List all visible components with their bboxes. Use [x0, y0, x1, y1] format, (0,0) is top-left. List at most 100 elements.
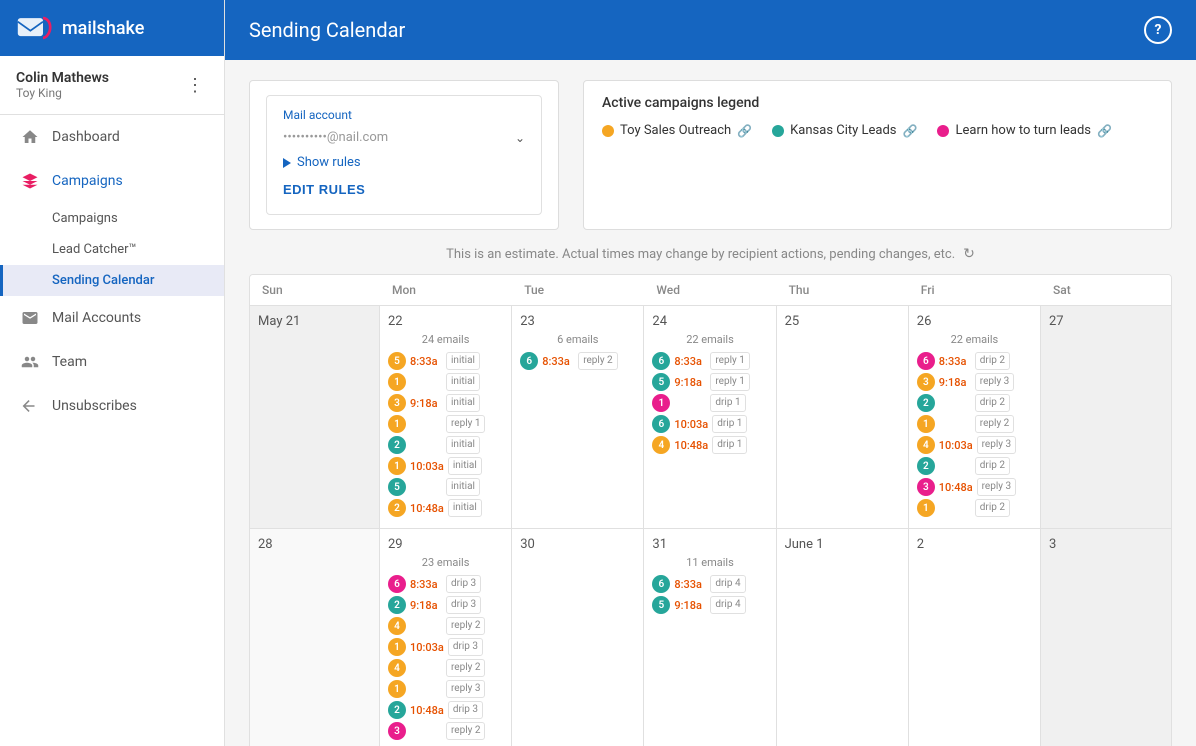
entry-24-5: 4 10:48a drip 1: [652, 436, 767, 454]
entry-26-7: 3 10:48a reply 3: [917, 478, 1032, 496]
entry-29-8: 3 reply 2: [388, 722, 503, 740]
time-29-4: 10:03a: [410, 641, 444, 654]
entry-29-7: 2 10:48a drip 3: [388, 701, 503, 719]
badge-31-2: 5: [652, 596, 670, 614]
unsubscribes-icon: [20, 396, 40, 416]
mail-account-inner: Mail account ••••••••••@nail.com ⌄ Show …: [266, 95, 542, 215]
badge-24-4: 6: [652, 415, 670, 433]
type-24-4: drip 1: [712, 415, 747, 433]
type-26-2: reply 3: [975, 373, 1014, 391]
email-count-26: 22 emails: [917, 333, 1032, 346]
type-23-1: reply 2: [578, 352, 617, 370]
show-rules-toggle[interactable]: Show rules: [283, 145, 525, 174]
subnav-campaigns[interactable]: Campaigns: [0, 203, 224, 234]
subnav-lead-catcher[interactable]: Lead Catcher™: [0, 234, 224, 265]
legend-items: Toy Sales Outreach 🔗 Kansas City Leads 🔗…: [602, 123, 1153, 138]
dashboard-label: Dashboard: [52, 129, 120, 145]
help-button[interactable]: ?: [1144, 16, 1172, 44]
link-icon-0: 🔗: [737, 124, 752, 138]
team-label: Team: [52, 354, 87, 370]
badge-26-6: 2: [917, 457, 935, 475]
cal-cell-2: 2: [909, 529, 1041, 746]
day-header-fri: Fri: [909, 275, 1041, 305]
sidebar-item-team[interactable]: Team: [0, 340, 224, 384]
badge-29-1: 6: [388, 575, 406, 593]
entry-29-4: 1 10:03a drip 3: [388, 638, 503, 656]
day-header-tue: Tue: [512, 275, 644, 305]
badge-22-8: 2: [388, 499, 406, 517]
mail-account-panel: Mail account ••••••••••@nail.com ⌄ Show …: [249, 80, 559, 230]
calendar-week-1: May 21 22 24 emails 5 8:33a initial 1 in…: [250, 306, 1171, 529]
email-count-23: 6 emails: [520, 333, 635, 346]
unsubscribes-label: Unsubscribes: [52, 398, 137, 414]
user-info: Colin Mathews Toy King: [16, 70, 109, 100]
email-count-31: 11 emails: [652, 556, 767, 569]
badge-29-6: 1: [388, 680, 406, 698]
date-2: 2: [917, 537, 1032, 552]
time-29-2: 9:18a: [410, 599, 442, 612]
cal-cell-26: 26 22 emails 6 8:33a drip 2 3 9:18a repl…: [909, 306, 1041, 528]
entry-22-1: 5 8:33a initial: [388, 352, 503, 370]
legend-item-0: Toy Sales Outreach 🔗: [602, 123, 752, 138]
time-26-7: 10:48a: [939, 481, 973, 494]
entry-24-4: 6 10:03a drip 1: [652, 415, 767, 433]
type-29-3: reply 2: [446, 617, 485, 635]
campaigns-label: Campaigns: [52, 173, 123, 189]
type-26-3: drip 2: [975, 394, 1010, 412]
sidebar-header: mailshake: [0, 0, 224, 56]
legend-item-1: Kansas City Leads 🔗: [772, 123, 917, 138]
user-name: Colin Mathews: [16, 70, 109, 86]
legend-panel: Active campaigns legend Toy Sales Outrea…: [583, 80, 1172, 230]
entry-31-2: 5 9:18a drip 4: [652, 596, 767, 614]
cal-cell-31: 31 11 emails 6 8:33a drip 4 5 9:18a drip…: [644, 529, 776, 746]
badge-24-1: 6: [652, 352, 670, 370]
cal-cell-22: 22 24 emails 5 8:33a initial 1 initial 3: [380, 306, 512, 528]
badge-26-3: 2: [917, 394, 935, 412]
sidebar-item-campaigns[interactable]: Campaigns: [0, 159, 224, 203]
entry-22-8: 2 10:48a initial: [388, 499, 503, 517]
badge-23-1: 6: [520, 352, 538, 370]
badge-26-7: 3: [917, 478, 935, 496]
sidebar-item-unsubscribes[interactable]: Unsubscribes: [0, 384, 224, 428]
day-header-wed: Wed: [644, 275, 776, 305]
refresh-icon[interactable]: ↻: [963, 246, 975, 262]
sidebar-item-mail-accounts[interactable]: Mail Accounts: [0, 296, 224, 340]
badge-24-2: 5: [652, 373, 670, 391]
user-menu-button[interactable]: ⋮: [182, 73, 208, 98]
day-header-sun: Sun: [250, 275, 380, 305]
cal-cell-25: 25: [777, 306, 909, 528]
sidebar-item-dashboard[interactable]: Dashboard: [0, 115, 224, 159]
link-icon-1: 🔗: [903, 124, 918, 138]
entry-26-8: 1 drip 2: [917, 499, 1032, 517]
entry-24-2: 5 9:18a reply 1: [652, 373, 767, 391]
cal-cell-24: 24 22 emails 6 8:33a reply 1 5 9:18a rep…: [644, 306, 776, 528]
badge-22-3: 3: [388, 394, 406, 412]
badge-29-3: 4: [388, 617, 406, 635]
mail-accounts-label: Mail Accounts: [52, 310, 141, 326]
email-count-24: 22 emails: [652, 333, 767, 346]
cal-cell-23: 23 6 emails 6 8:33a reply 2: [512, 306, 644, 528]
estimate-text: This is an estimate. Actual times may ch…: [446, 247, 955, 262]
subnav-sending-calendar[interactable]: Sending Calendar: [0, 265, 224, 296]
campaigns-subnav: Campaigns Lead Catcher™ Sending Calendar: [0, 203, 224, 296]
entry-26-2: 3 9:18a reply 3: [917, 373, 1032, 391]
type-29-1: drip 3: [446, 575, 481, 593]
legend-label-2: Learn how to turn leads: [955, 123, 1091, 138]
time-22-1: 8:33a: [410, 355, 442, 368]
edit-rules-button[interactable]: EDIT RULES: [283, 174, 365, 197]
time-24-1: 8:33a: [674, 355, 706, 368]
top-bar: Sending Calendar ?: [225, 0, 1196, 60]
time-23-1: 8:33a: [542, 355, 574, 368]
badge-22-6: 1: [388, 457, 406, 475]
type-29-4: drip 3: [448, 638, 483, 656]
badge-29-5: 4: [388, 659, 406, 677]
legend-dot-0: [602, 125, 614, 137]
mail-account-select[interactable]: ••••••••••@nail.com ⌄: [283, 130, 525, 145]
entry-22-4: 1 reply 1: [388, 415, 503, 433]
badge-22-7: 5: [388, 478, 406, 496]
type-24-3: drip 1: [710, 394, 745, 412]
badge-29-4: 1: [388, 638, 406, 656]
type-26-6: drip 2: [975, 457, 1010, 475]
email-count-22: 24 emails: [388, 333, 503, 346]
cal-cell-29: 29 23 emails 6 8:33a drip 3 2 9:18a drip…: [380, 529, 512, 746]
